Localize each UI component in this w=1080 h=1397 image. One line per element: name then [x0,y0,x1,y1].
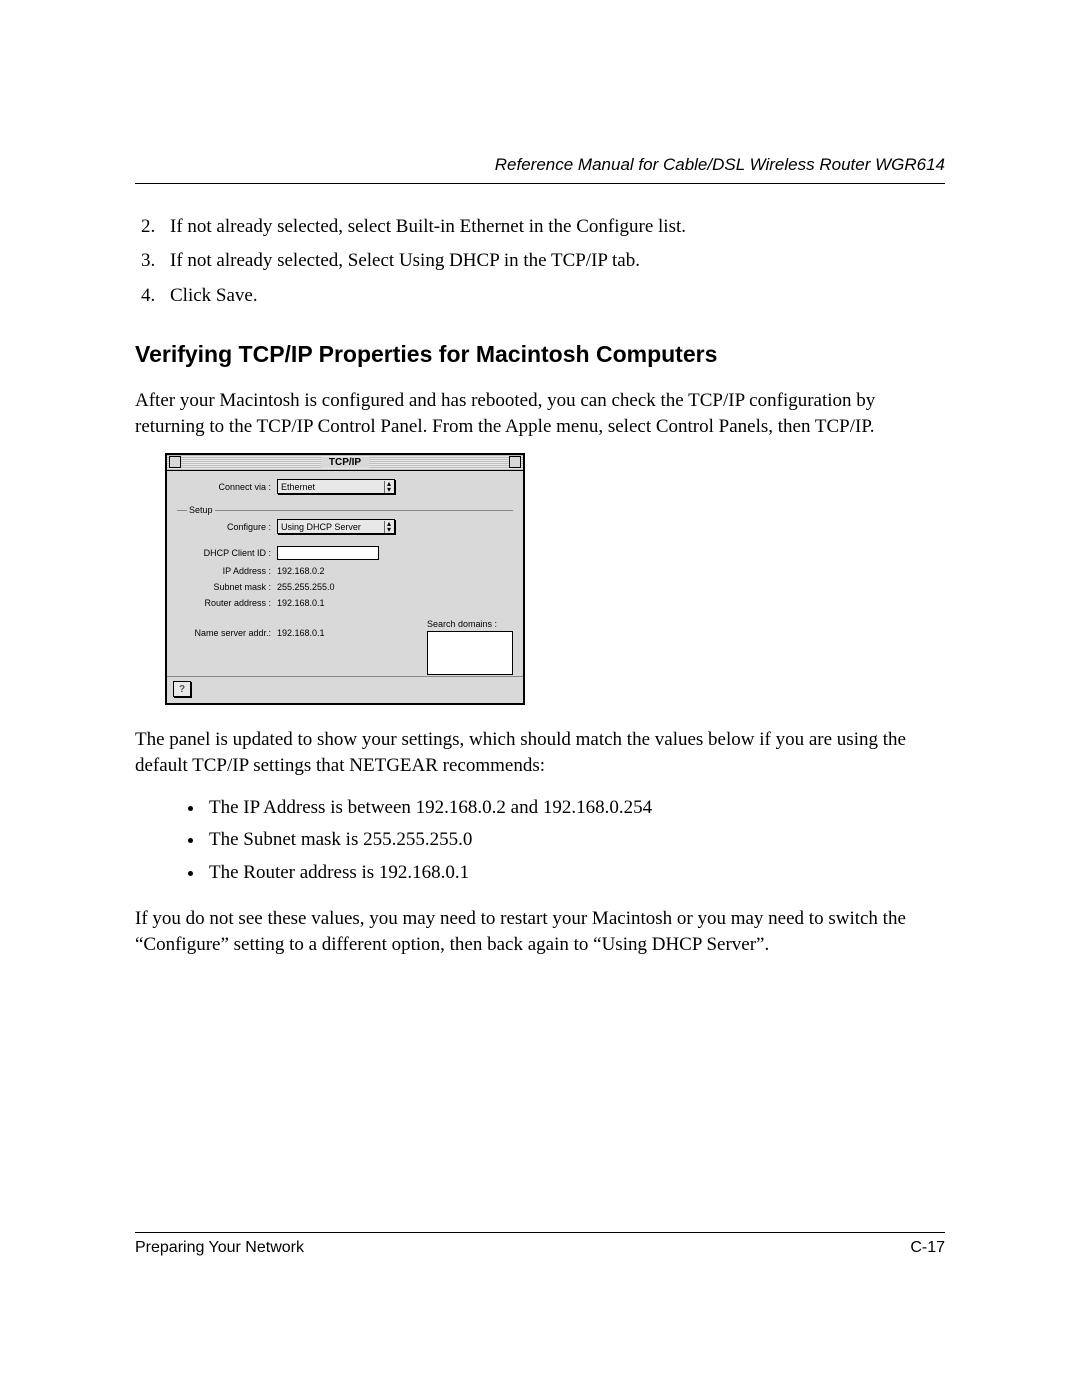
titlebar: TCP/IP [167,455,523,471]
search-domains-input[interactable] [427,631,513,675]
configure-label: Configure : [177,522,277,532]
panel-body: Connect via : Ethernet ▴▾ Setup Configur… [167,471,523,703]
window-title: TCP/IP [321,457,369,468]
footer-section-name: Preparing Your Network [135,1239,304,1257]
configure-dropdown[interactable]: Using DHCP Server ▴▾ [277,519,395,534]
router-address-value: 192.168.0.1 [277,598,325,608]
subnet-mask-value: 255.255.255.0 [277,582,335,592]
dhcp-client-label: DHCP Client ID : [177,548,277,558]
section-heading: Verifying TCP/IP Properties for Macintos… [135,341,945,368]
setup-legend: Setup [187,505,215,515]
list-item: The IP Address is between 192.168.0.2 an… [205,793,945,823]
close-icon[interactable] [169,456,181,468]
header-rule [135,183,945,184]
chevron-updown-icon: ▴▾ [384,521,391,533]
footer-rule [135,1232,945,1233]
connect-via-label: Connect via : [177,482,277,492]
footer-page-number: C-17 [910,1239,945,1257]
search-domains-group: Search domains : [427,619,513,675]
collapse-icon[interactable] [509,456,521,468]
ip-address-value: 192.168.0.2 [277,566,325,576]
ip-address-label: IP Address : [177,566,277,576]
numbered-steps: If not already selected, select Built-in… [135,212,945,311]
step-item: If not already selected, Select Using DH… [160,246,945,276]
subnet-mask-label: Subnet mask : [177,582,277,592]
tcpip-panel-figure: TCP/IP Connect via : Ethernet ▴▾ Setup C… [165,453,525,705]
running-header: Reference Manual for Cable/DSL Wireless … [135,155,945,175]
page-content: Reference Manual for Cable/DSL Wireless … [0,0,1080,957]
configure-value: Using DHCP Server [281,522,361,532]
connect-via-value: Ethernet [281,482,315,492]
chevron-updown-icon: ▴▾ [384,481,391,493]
connect-via-dropdown[interactable]: Ethernet ▴▾ [277,479,395,494]
list-item: The Subnet mask is 255.255.255.0 [205,825,945,855]
router-address-label: Router address : [177,598,277,608]
list-item: The Router address is 192.168.0.1 [205,858,945,888]
panel-footer: ? [167,676,523,703]
paragraph: If you do not see these values, you may … [135,906,945,957]
page-footer: Preparing Your Network C-17 [135,1232,945,1257]
step-item: Click Save. [160,281,945,311]
paragraph: After your Macintosh is configured and h… [135,388,945,439]
paragraph: The panel is updated to show your settin… [135,727,945,778]
search-domains-label: Search domains : [427,619,513,629]
help-icon[interactable]: ? [173,681,191,697]
dhcp-client-input[interactable] [277,546,379,560]
bullet-list: The IP Address is between 192.168.0.2 an… [135,793,945,888]
nameserver-value: 192.168.0.1 [277,628,325,638]
nameserver-label: Name server addr.: [177,628,277,638]
step-item: If not already selected, select Built-in… [160,212,945,242]
